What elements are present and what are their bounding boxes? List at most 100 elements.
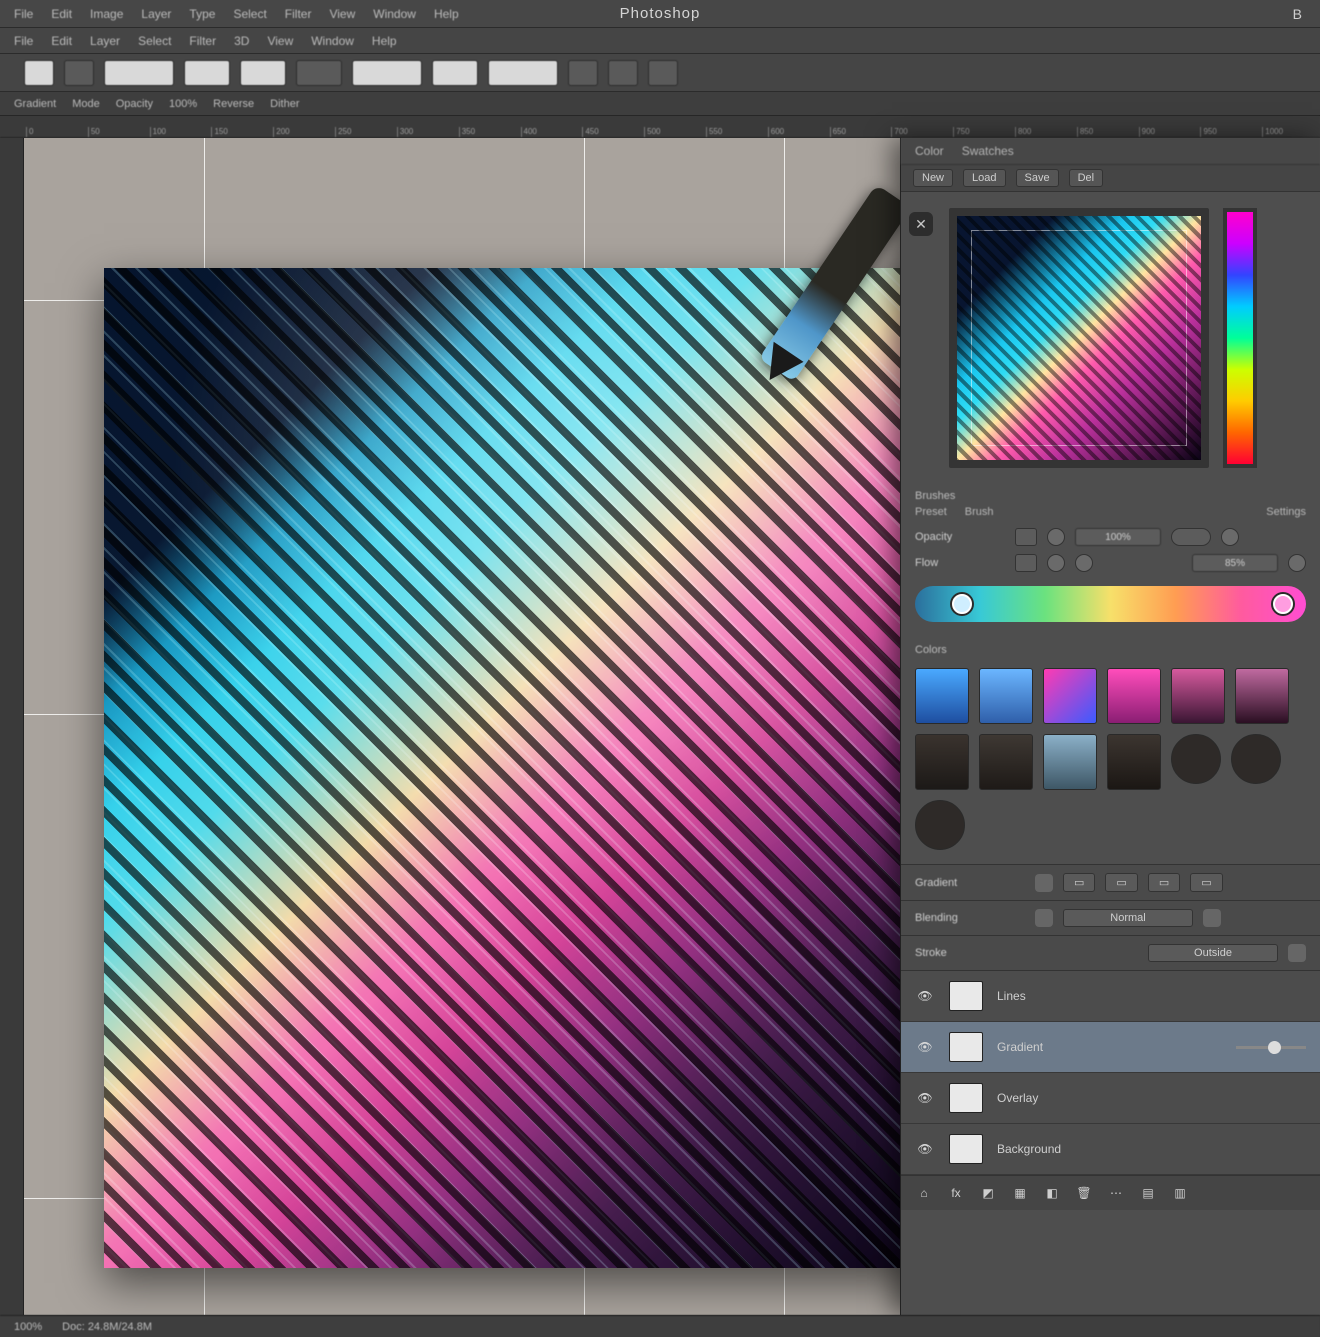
gradient-stop[interactable] [1273,594,1293,614]
swatch[interactable] [1043,668,1097,724]
swatch[interactable] [1231,734,1281,784]
swatch[interactable] [979,668,1033,724]
visibility-icon[interactable]: 👁 [915,989,935,1003]
visibility-icon[interactable]: 👁 [915,1091,935,1105]
menu-item[interactable]: Type [189,7,215,21]
layer-row[interactable]: 👁Gradient [901,1022,1320,1073]
swatch[interactable] [1235,668,1289,724]
tool-button[interactable] [64,60,94,86]
menu2-item[interactable]: Select [138,34,171,48]
menu2-item[interactable]: Filter [189,34,216,48]
menu-item[interactable]: View [329,7,355,21]
brush-tab[interactable]: Preset [915,506,947,518]
canvas-area[interactable]: Color Swatches New Load Save Del Brushes… [24,138,1320,1315]
swatch[interactable] [915,800,965,850]
layer-tool-icon[interactable]: ▦ [1011,1184,1029,1202]
menu-item[interactable]: Window [373,7,416,21]
layer-name[interactable]: Lines [997,989,1306,1003]
control-dropdown[interactable]: Outside [1148,944,1278,962]
status-zoom[interactable]: 100% [14,1321,42,1333]
tool-button[interactable] [352,60,422,86]
tool-button[interactable] [240,60,286,86]
row-knob[interactable] [1221,528,1239,546]
layer-thumb[interactable] [949,1083,983,1113]
row-toggle[interactable] [1171,528,1211,546]
layer-opacity[interactable] [1236,1046,1306,1049]
layer-row[interactable]: 👁 Overlay [901,1073,1320,1124]
layer-tool-icon[interactable]: ▤ [1139,1184,1157,1202]
layer-name[interactable]: Background [997,1142,1306,1156]
control-icon[interactable] [1035,874,1053,892]
row-field[interactable]: 100% [1075,528,1161,546]
menu2-item[interactable]: File [14,34,33,48]
swatch[interactable] [1107,668,1161,724]
panel-chip[interactable]: Del [1069,169,1104,187]
visibility-icon[interactable]: 👁 [915,1142,935,1156]
layer-tool-icon[interactable]: fx [947,1184,965,1202]
layer-name[interactable]: Gradient [997,1040,1222,1054]
menu2-item[interactable]: Window [311,34,354,48]
tool-button[interactable] [568,60,598,86]
tool-button[interactable] [296,60,342,86]
layer-tool-icon[interactable]: ◩ [979,1184,997,1202]
layer-row[interactable]: 👁 Background [901,1124,1320,1175]
layer-tool-icon[interactable]: ▥ [1171,1184,1189,1202]
row-field[interactable]: 85% [1192,554,1278,572]
tool-button[interactable] [488,60,558,86]
canvas-artwork[interactable] [104,268,924,1268]
menu-item[interactable]: Layer [141,7,171,21]
panel-chip[interactable]: Load [963,169,1005,187]
menu-item[interactable]: File [14,7,33,21]
menu-item[interactable]: Select [233,7,266,21]
row-knob[interactable] [1047,554,1065,572]
layer-tool-icon[interactable]: ⌂ [915,1184,933,1202]
collapse-icon[interactable] [909,212,933,236]
control-icon[interactable] [1288,944,1306,962]
swatch[interactable] [1171,734,1221,784]
layer-tool-icon[interactable]: ⋯ [1107,1184,1125,1202]
brush-tab[interactable]: Settings [1266,506,1306,518]
layer-thumb[interactable] [949,1032,983,1062]
brush-tab[interactable]: Brush [965,506,994,518]
menu2-item[interactable]: Edit [51,34,72,48]
control-icon[interactable] [1203,909,1221,927]
panel-tab[interactable]: Color [915,144,944,158]
layer-tool-icon[interactable]: ◧ [1043,1184,1061,1202]
swatch[interactable] [1171,668,1225,724]
tool-button[interactable] [104,60,174,86]
swatch[interactable] [1107,734,1161,790]
row-chip[interactable] [1015,528,1037,546]
menu-item[interactable]: Filter [285,7,312,21]
control-seg[interactable]: ▭ [1063,873,1095,892]
layer-thumb[interactable] [949,981,983,1011]
tool-button[interactable] [432,60,478,86]
menu-item[interactable]: Edit [51,7,72,21]
layer-row[interactable]: 👁 Lines [901,971,1320,1022]
color-picker-field[interactable] [949,208,1209,468]
opt-value[interactable]: 100% [169,98,197,110]
panel-chip[interactable]: Save [1016,169,1059,187]
swatch[interactable] [1043,734,1097,790]
menu-item[interactable]: Image [90,7,123,21]
swatch[interactable] [979,734,1033,790]
control-seg[interactable]: ▭ [1148,873,1180,892]
menu2-item[interactable]: Help [372,34,397,48]
row-knob[interactable] [1288,554,1306,572]
control-seg[interactable]: ▭ [1190,873,1222,892]
menu-item[interactable]: Help [434,7,459,21]
row-chip[interactable] [1015,554,1037,572]
panel-tab[interactable]: Swatches [962,144,1014,158]
hue-slider[interactable] [1223,208,1257,468]
swatch[interactable] [915,734,969,790]
tool-button[interactable] [24,60,54,86]
panel-chip[interactable]: New [913,169,953,187]
control-icon[interactable] [1035,909,1053,927]
layer-name[interactable]: Overlay [997,1091,1306,1105]
layer-tool-icon[interactable]: 🗑 [1075,1184,1093,1202]
layer-thumb[interactable] [949,1134,983,1164]
menu2-item[interactable]: Layer [90,34,120,48]
tool-button[interactable] [648,60,678,86]
gradient-spectrum[interactable] [915,586,1306,622]
gradient-stop[interactable] [952,594,972,614]
row-knob[interactable] [1075,554,1093,572]
